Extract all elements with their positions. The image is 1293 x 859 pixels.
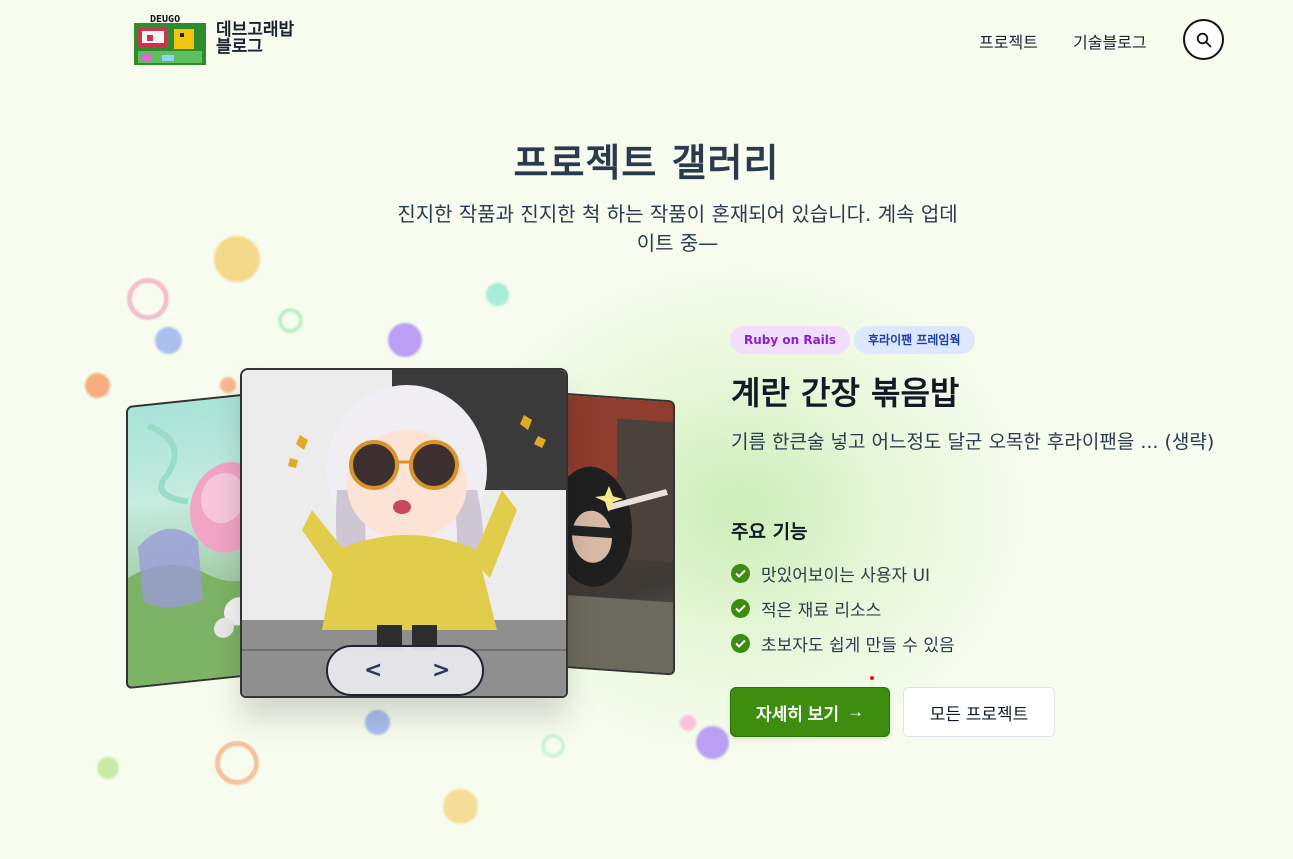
search-button[interactable] — [1183, 19, 1224, 60]
feature-label: 맛있어보이는 사용자 UI — [761, 566, 931, 586]
bubble-decoration — [443, 789, 478, 824]
arrow-right-icon: → — [846, 702, 864, 721]
project-title: 계란 간장 볶음밥 — [731, 374, 960, 412]
logo-image: DEUGO — [134, 13, 206, 65]
feature-item: 초보자도 쉽게 만들 수 있음 — [731, 626, 955, 661]
search-icon — [1196, 32, 1211, 47]
carousel-prev-button[interactable]: < — [364, 658, 382, 683]
nav-link-projects[interactable]: 프로젝트 — [979, 29, 1038, 53]
svg-text:DEUGO: DEUGO — [150, 14, 180, 25]
carousel-controls: < > — [326, 645, 484, 696]
page-subtitle: 진지한 작품과 진지한 척 하는 작품이 혼재되어 있습니다. 계속 업데이트 … — [397, 202, 958, 255]
feature-item: 적은 재료 리소스 — [731, 591, 955, 626]
page-title: 프로젝트 갤러리 — [513, 141, 780, 185]
project-description: 기름 한큰술 넣고 어느정도 달군 오목한 후라이팬을 ... (생략) — [731, 431, 1215, 453]
check-circle-icon — [731, 599, 750, 618]
bubble-decoration — [365, 710, 390, 735]
bubble-decoration — [220, 377, 236, 393]
check-circle-icon — [731, 564, 750, 583]
view-details-button[interactable]: 자세히 보기 → — [730, 687, 890, 737]
bubble-decoration — [97, 757, 119, 779]
carousel-next-button[interactable]: > — [432, 658, 450, 683]
bubble-decoration — [696, 726, 729, 759]
tag-ruby-on-rails: Ruby on Rails — [730, 326, 851, 354]
bubble-decoration — [680, 715, 696, 731]
ring-decoration — [541, 734, 565, 758]
nav-link-tech-blog[interactable]: 기술블로그 — [1073, 29, 1147, 53]
ring-decoration — [278, 308, 303, 333]
ring-decoration — [215, 741, 259, 785]
tag-frypan-framework: 후라이팬 프레임웍 — [854, 326, 975, 354]
feature-label: 초보자도 쉽게 만들 수 있음 — [761, 636, 955, 656]
bubble-decoration — [486, 283, 509, 306]
cursor-dot — [870, 676, 874, 680]
bubble-decoration — [214, 236, 260, 282]
bubble-decoration — [155, 327, 182, 354]
feature-item: 맛있어보이는 사용자 UI — [731, 556, 955, 591]
feature-label: 적은 재료 리소스 — [761, 601, 882, 621]
features-heading: 주요 기능 — [731, 521, 808, 543]
bubble-decoration — [388, 323, 422, 357]
features-list: 맛있어보이는 사용자 UI 적은 재료 리소스 초보자도 쉽게 만들 수 있음 — [731, 556, 955, 661]
all-projects-button[interactable]: 모든 프로젝트 — [903, 687, 1055, 737]
check-circle-icon — [731, 634, 750, 653]
logo-text: 데브고래밥 블로그 — [216, 20, 295, 57]
bubble-decoration — [85, 373, 110, 398]
ring-decoration — [127, 278, 169, 320]
view-details-label: 자세히 보기 — [756, 704, 839, 724]
logo[interactable]: DEUGO 데브고래밥 블로그 — [134, 13, 308, 65]
